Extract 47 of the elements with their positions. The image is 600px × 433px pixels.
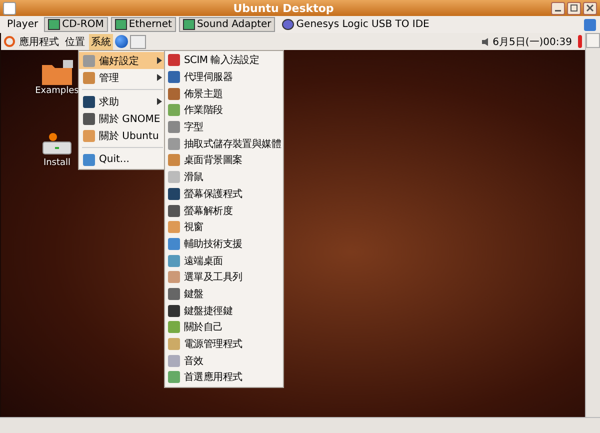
menu-item[interactable]: 輔助技術支援 <box>165 236 283 252</box>
window-icon <box>3 2 16 14</box>
menu-item[interactable]: 關於 GNOME <box>79 110 166 127</box>
ubuntu-logo-icon <box>4 36 15 47</box>
menu-item[interactable]: SCIM 輸入法設定 <box>165 52 283 69</box>
device-button[interactable]: CD-ROM <box>44 17 108 32</box>
menu-item[interactable]: 求助 <box>79 93 166 110</box>
menu-item[interactable]: 作業階段 <box>165 102 283 119</box>
menu-item[interactable]: 佈景主題 <box>165 85 283 102</box>
menu-item[interactable]: 選單及工具列 <box>165 268 283 286</box>
menu-item[interactable]: 首選應用程式 <box>165 369 283 386</box>
close-button[interactable] <box>583 2 597 14</box>
speaker-icon[interactable] <box>480 36 491 46</box>
panel-menu[interactable]: 應用程式 <box>17 34 61 50</box>
close-icon <box>586 4 594 12</box>
menu-item[interactable]: 偏好設定 <box>79 52 166 69</box>
menu-item[interactable]: 桌面背景圖案 <box>165 152 283 169</box>
maximize-icon <box>570 4 578 12</box>
fullscreen-icon[interactable] <box>584 18 596 30</box>
menu-item[interactable]: 關於自己 <box>165 319 283 336</box>
menu-item[interactable]: 鍵盤捷徑鍵 <box>165 302 283 319</box>
folder-icon <box>41 60 73 86</box>
horizontal-scrollbar[interactable] <box>0 417 600 433</box>
menu-item[interactable]: 滑鼠 <box>165 168 283 186</box>
clock[interactable]: 6月5日(一)00:39 <box>492 34 572 48</box>
maximize-button[interactable] <box>567 2 581 14</box>
device-button[interactable]: Sound Adapter <box>178 17 276 32</box>
panel-menu[interactable]: 位置 <box>63 34 87 50</box>
globe-icon[interactable] <box>115 35 128 48</box>
menu-item[interactable]: 遠端桌面 <box>165 252 283 269</box>
panel-handle <box>578 35 582 48</box>
menu-item[interactable]: 電源管理程式 <box>165 336 283 352</box>
device-button[interactable]: Genesys Logic USB TO IDE <box>278 17 434 32</box>
menu-item[interactable]: 螢幕解析度 <box>165 202 283 219</box>
window-title: Ubuntu Desktop <box>232 2 335 14</box>
device-button[interactable]: Ethernet <box>110 17 176 32</box>
menu-item[interactable]: 鍵盤 <box>165 286 283 302</box>
vertical-scrollbar[interactable] <box>585 33 600 417</box>
menu-item[interactable]: 字型 <box>165 118 283 136</box>
player-menu[interactable]: Player <box>4 19 42 30</box>
menu-item[interactable]: 代理伺服器 <box>165 68 283 86</box>
menu-item[interactable]: 視窗 <box>165 218 283 236</box>
panel-menu[interactable]: 系統 <box>89 34 113 50</box>
minimize-button[interactable] <box>551 2 565 14</box>
menu-item[interactable]: 螢幕保護程式 <box>165 186 283 202</box>
menu-item[interactable]: 抽取式儲存裝置與媒體 <box>165 135 283 152</box>
menu-item[interactable]: 音效 <box>165 352 283 370</box>
